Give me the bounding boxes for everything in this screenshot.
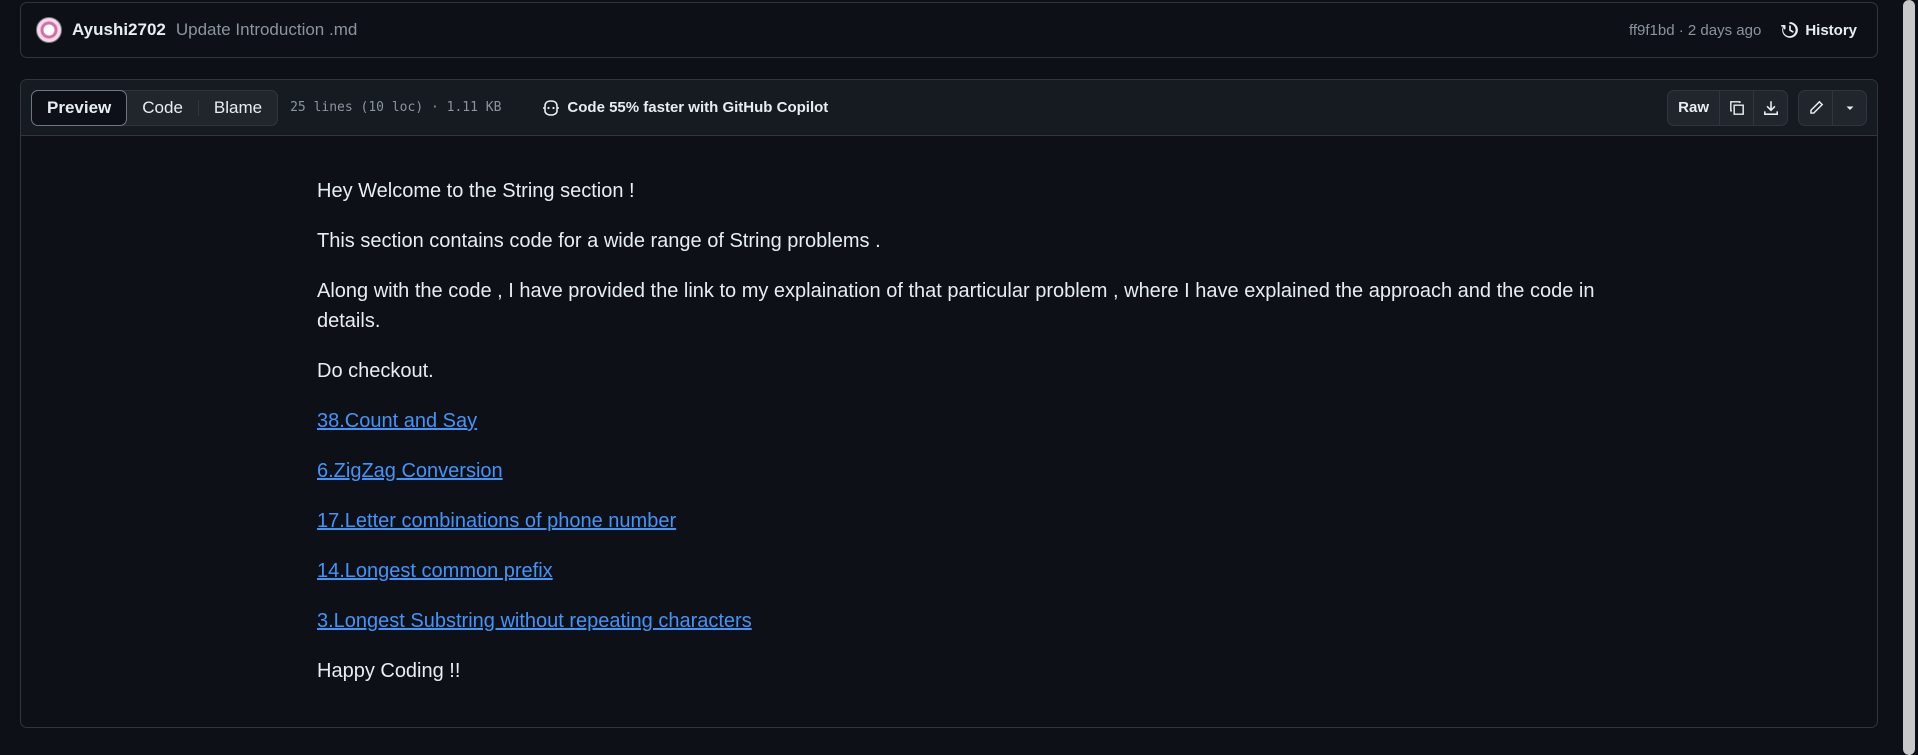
paragraph-welcome: Hey Welcome to the String section ! [317, 180, 635, 202]
list-item: 38.Count and Say [317, 406, 1617, 436]
link-letter-combinations[interactable]: 17.Letter combinations of phone number [317, 510, 676, 532]
paragraph-explanation: Along with the code , I have provided th… [317, 280, 1595, 332]
link-longest-common-prefix[interactable]: 14.Longest common prefix [317, 560, 553, 582]
file-header: Preview Code Blame 25 lines (10 loc) · 1… [21, 80, 1877, 136]
tab-preview[interactable]: Preview [31, 89, 128, 126]
edit-more-dropdown[interactable] [1832, 90, 1866, 125]
copilot-icon [543, 99, 560, 116]
paragraph-description: This section contains code for a wide ra… [317, 230, 881, 252]
commit-author-link[interactable]: Ayushi2702 [72, 20, 166, 40]
file-viewer: Preview Code Blame 25 lines (10 loc) · 1… [20, 79, 1878, 728]
scrollbar-thumb[interactable] [1903, 0, 1915, 755]
tab-blame[interactable]: Blame [199, 91, 277, 125]
edit-file-button[interactable] [1799, 91, 1832, 125]
page-scrollbar[interactable] [1900, 0, 1918, 755]
link-zigzag-conversion[interactable]: 6.ZigZag Conversion [317, 460, 503, 482]
commit-sha-and-date[interactable]: ff9f1bd · 2 days ago [1629, 22, 1761, 39]
list-item: 14.Longest common prefix [317, 556, 1617, 586]
history-icon [1781, 22, 1799, 38]
download-button[interactable] [1753, 90, 1787, 125]
tab-code[interactable]: Code [127, 91, 198, 125]
list-item: 17.Letter combinations of phone number [317, 506, 1617, 536]
link-count-and-say[interactable]: 38.Count and Say [317, 410, 477, 432]
avatar[interactable] [36, 17, 62, 43]
history-label: History [1805, 21, 1857, 39]
paragraph-closing: Happy Coding !! [317, 660, 461, 682]
history-button[interactable]: History [1781, 21, 1857, 39]
commit-right-group: ff9f1bd · 2 days ago History [1629, 21, 1857, 39]
edit-group [1798, 89, 1867, 126]
raw-button[interactable]: Raw [1668, 91, 1719, 125]
view-mode-toggle: Preview Code Blame [31, 89, 279, 126]
triangle-down-icon [1846, 106, 1853, 110]
list-item: 3.Longest Substring without repeating ch… [317, 606, 1617, 636]
file-actions: Raw [1667, 89, 1867, 126]
file-info: 25 lines (10 loc) · 1.11 KB [290, 100, 502, 115]
download-icon [1763, 100, 1778, 115]
copilot-label: Code 55% faster with GitHub Copilot [567, 99, 829, 116]
pencil-icon [1809, 100, 1823, 114]
link-longest-substring[interactable]: 3.Longest Substring without repeating ch… [317, 610, 752, 632]
copy-icon [1729, 100, 1744, 115]
markdown-body: Hey Welcome to the String section ! This… [21, 136, 1877, 686]
copilot-promo-link[interactable]: Code 55% faster with GitHub Copilot [541, 99, 828, 117]
latest-commit-bar: Ayushi2702 Update Introduction .md ff9f1… [20, 2, 1878, 58]
raw-copy-download-group: Raw [1667, 89, 1788, 126]
commit-message-link[interactable]: Update Introduction .md [176, 20, 357, 40]
copy-raw-button[interactable] [1719, 90, 1753, 125]
list-item: 6.ZigZag Conversion [317, 456, 1617, 486]
paragraph-checkout: Do checkout. [317, 360, 434, 382]
